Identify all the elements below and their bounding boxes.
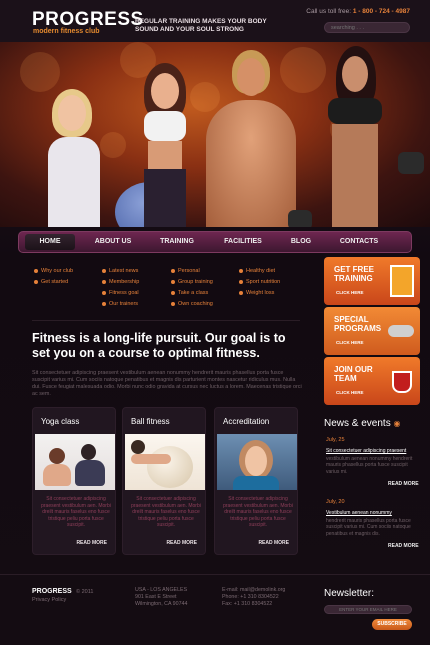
person-dark-hair-woman [130, 57, 200, 227]
link-why-our-club[interactable]: Why our club [33, 267, 73, 275]
card-title[interactable]: Ball fitness [131, 417, 170, 426]
ball-fitness-image [125, 434, 205, 490]
headline: Fitness is a long-life pursuit. Our goal… [32, 331, 286, 360]
news-headline[interactable]: Vestibulum aenean nonummy [326, 510, 416, 516]
tagline: REGULAR TRAINING MAKES YOUR BODY SOUND A… [135, 18, 267, 33]
read-more-link[interactable]: READ MORE [76, 540, 107, 546]
link-membership[interactable]: Membership [101, 278, 139, 286]
promo-title: SPECIAL PROGRAMS [334, 315, 382, 333]
card-text: Sit consectetuer adipiscing praesent ves… [223, 496, 293, 529]
news-body: vestibulum aenean nonummy hendrerit maur… [326, 456, 413, 475]
news-read-more[interactable]: READ MORE [388, 543, 419, 549]
person-woman-dumbbell [310, 42, 400, 227]
footer-logo[interactable]: PROGRESS [32, 588, 72, 595]
link-weight-loss[interactable]: Weight loss [238, 289, 274, 297]
yoga-image [35, 434, 115, 490]
footer-divider [0, 574, 430, 575]
person-muscular-man [200, 42, 300, 227]
news-title: News & events ◉ [324, 418, 400, 429]
link-latest-news[interactable]: Latest news [101, 267, 138, 275]
accreditation-image [217, 434, 297, 490]
header: PROGRESS modern fitness club REGULAR TRA… [0, 0, 430, 42]
link-sport-nutrition[interactable]: Sport nutrition [238, 278, 280, 286]
cup-icon [392, 371, 412, 393]
promo-special-programs[interactable]: SPECIAL PROGRAMS CLICK HERE [324, 307, 420, 355]
phone-info: Call us toll free: 1 - 800 - 724 - 4987 [306, 8, 410, 15]
news-date: July, 25 [326, 437, 345, 443]
link-personal[interactable]: Personal [171, 267, 200, 275]
intro-text: Sit consectetuer adipiscing praesent ves… [32, 370, 302, 397]
link-own-coaching[interactable]: Own coaching [171, 300, 213, 308]
address-line: 901 East E Street [135, 594, 177, 600]
privacy-link[interactable]: Privacy Policy [32, 597, 66, 603]
subscribe-button[interactable]: SUBSCRIBE [372, 619, 412, 630]
read-more-link[interactable]: READ MORE [258, 540, 289, 546]
card-text: Sit consectetuer adipiscing praesent ves… [131, 496, 201, 529]
news-headline[interactable]: Sit consectetuer adipiscing praesent [326, 448, 416, 454]
nav-contacts[interactable]: CONTACTS [329, 232, 389, 252]
news-title-text: News & events [324, 418, 391, 429]
promo-click-here[interactable]: CLICK HERE [336, 290, 364, 295]
person-blonde-woman [40, 67, 110, 227]
main-nav: HOME ABOUT US TRAINING FACILITIES BLOG C… [18, 231, 412, 253]
card-accreditation: Accreditation Sit consectetuer adipiscin… [214, 407, 298, 555]
phone-number: 1 - 800 - 724 - 4987 [352, 8, 410, 15]
promo-click-here[interactable]: CLICK HERE [336, 390, 364, 395]
dumbbell-icon [388, 325, 414, 337]
gift-icon [390, 265, 414, 297]
nav-home[interactable]: HOME [25, 234, 75, 250]
phone-label: Call us toll free: [306, 8, 352, 15]
promo-title: GET FREE TRAINING [334, 265, 375, 283]
footer-contact: E-mail: mail@demolink.org Phone: +1 310 … [222, 587, 285, 608]
card-title[interactable]: Accreditation [223, 417, 269, 426]
dumbbell [288, 210, 312, 227]
card-text: Sit consectetuer adipiscing praesent ves… [41, 496, 111, 529]
footer-address: USA - LOS ANGELES 901 East E Street Wilm… [135, 587, 187, 608]
address-line: USA - LOS ANGELES [135, 587, 188, 593]
read-more-link[interactable]: READ MORE [166, 540, 197, 546]
nav-training[interactable]: TRAINING [147, 232, 207, 252]
email-link[interactable]: E-mail: mail@demolink.org [222, 587, 285, 594]
link-healthy-diet[interactable]: Healthy diet [238, 267, 275, 275]
newsletter-title: Newsletter: [324, 588, 375, 599]
promo-title: JOIN OUR TEAM [334, 365, 373, 383]
nav-about-us[interactable]: ABOUT US [83, 232, 143, 252]
hero-banner [0, 42, 430, 227]
card-ball-fitness: Ball fitness Sit consectetuer adipiscing… [122, 407, 206, 555]
logo-subtitle: modern fitness club [33, 28, 100, 35]
promo-free-training[interactable]: GET FREE TRAINING CLICK HERE [324, 257, 420, 305]
address-line: Wilmington, CA 90744 [135, 601, 188, 607]
dumbbell [398, 152, 424, 174]
card-yoga-class: Yoga class Sit consectetuer adipiscing p… [32, 407, 116, 555]
fax-text: Fax: +1 310 8304522 [222, 601, 273, 607]
link-fitness-goal[interactable]: Fitness goal [102, 289, 139, 297]
phone-text: Phone: +1 310 8304522 [222, 594, 279, 600]
link-group-training[interactable]: Group training [171, 278, 213, 286]
link-our-trainers[interactable]: Our trainers [101, 300, 138, 308]
promo-join-our-team[interactable]: JOIN OUR TEAM CLICK HERE [324, 357, 420, 405]
link-take-a-class[interactable]: Take a class [170, 289, 208, 297]
news-body: hendrerit mauris phasellus porta fusce s… [326, 518, 411, 537]
link-get-started[interactable]: Get started [33, 278, 68, 286]
nav-blog[interactable]: BLOG [271, 232, 331, 252]
footer-year: © 2011 [76, 589, 94, 595]
divider [32, 320, 300, 321]
nav-facilities[interactable]: FACILITIES [213, 232, 273, 252]
news-read-more[interactable]: READ MORE [388, 481, 419, 487]
card-title[interactable]: Yoga class [41, 417, 79, 426]
news-date: July, 20 [326, 499, 345, 505]
newsletter-email-input[interactable] [324, 605, 412, 614]
promo-click-here[interactable]: CLICK HERE [336, 340, 364, 345]
rss-icon[interactable]: ◉ [393, 419, 400, 428]
search-input[interactable] [324, 22, 410, 33]
page: PROGRESS modern fitness club REGULAR TRA… [0, 0, 430, 645]
